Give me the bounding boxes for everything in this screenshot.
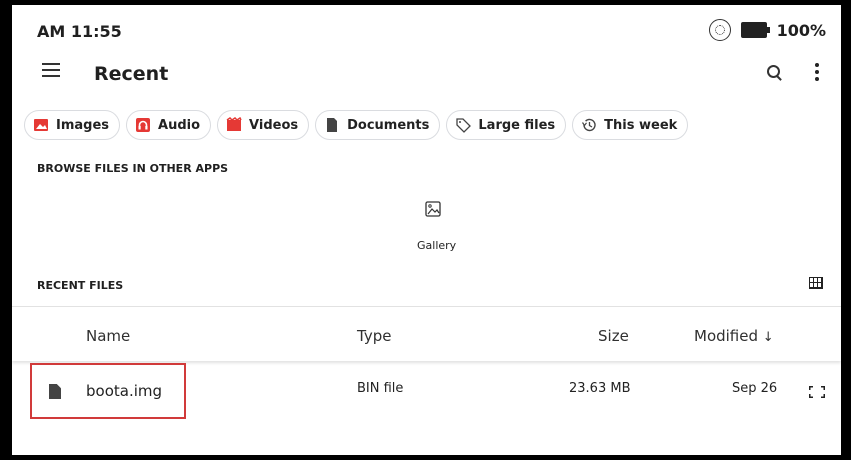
sync-icon (708, 19, 731, 41)
chip-label: Documents (347, 117, 430, 133)
chip-this-week[interactable]: This week (572, 110, 689, 140)
tag-icon (455, 117, 472, 133)
browse-section-label: BROWSE FILES IN OTHER APPS (37, 162, 229, 175)
search-icon[interactable] (767, 65, 782, 81)
grid-view-icon[interactable] (809, 277, 823, 289)
status-time: AM 11:55 (37, 22, 122, 41)
battery-level: 100% (776, 20, 826, 40)
chip-large-files[interactable]: Large files (446, 110, 567, 140)
chip-label: Audio (158, 117, 201, 133)
selection-highlight (30, 363, 186, 419)
chip-label: This week (604, 117, 678, 133)
gallery-icon[interactable] (425, 201, 441, 217)
video-icon (226, 117, 242, 133)
arrow-down-icon: ↓ (762, 330, 774, 345)
battery-icon (740, 22, 770, 38)
chip-images[interactable]: Images (24, 110, 121, 140)
page-title: Recent (94, 63, 169, 85)
headphones-icon (135, 117, 151, 133)
file-type: BIN file (357, 381, 404, 396)
table-header: Name Type Size Modified ↓ (12, 307, 841, 361)
chip-label: Images (56, 117, 110, 133)
column-header-type[interactable]: Type (357, 327, 391, 345)
chip-documents[interactable]: Documents (315, 110, 441, 140)
history-icon (581, 117, 597, 133)
column-header-modified[interactable]: Modified ↓ (694, 327, 774, 345)
chip-label: Videos (249, 117, 299, 133)
column-header-name[interactable]: Name (86, 327, 130, 345)
app-window: AM 11:55 100% Recent Images Audio Videos… (12, 5, 841, 455)
status-icons: 100% (708, 19, 826, 41)
file-modified: Sep 26 (732, 381, 778, 396)
chip-videos[interactable]: Videos (217, 110, 310, 140)
filter-chips: Images Audio Videos Documents Large file… (24, 110, 689, 140)
column-header-size[interactable]: Size (598, 327, 629, 345)
chip-audio[interactable]: Audio (126, 110, 212, 140)
document-icon (324, 117, 340, 133)
gallery-app-label[interactable]: Gallery (417, 239, 456, 252)
image-icon (33, 117, 49, 133)
file-size: 23.63 MB (569, 381, 631, 396)
expand-icon[interactable] (807, 384, 827, 400)
column-header-modified-label: Modified (694, 327, 759, 345)
menu-icon[interactable] (42, 63, 60, 77)
chip-label: Large files (478, 117, 556, 133)
recent-files-label: RECENT FILES (37, 279, 124, 292)
more-vert-icon[interactable] (815, 63, 819, 81)
